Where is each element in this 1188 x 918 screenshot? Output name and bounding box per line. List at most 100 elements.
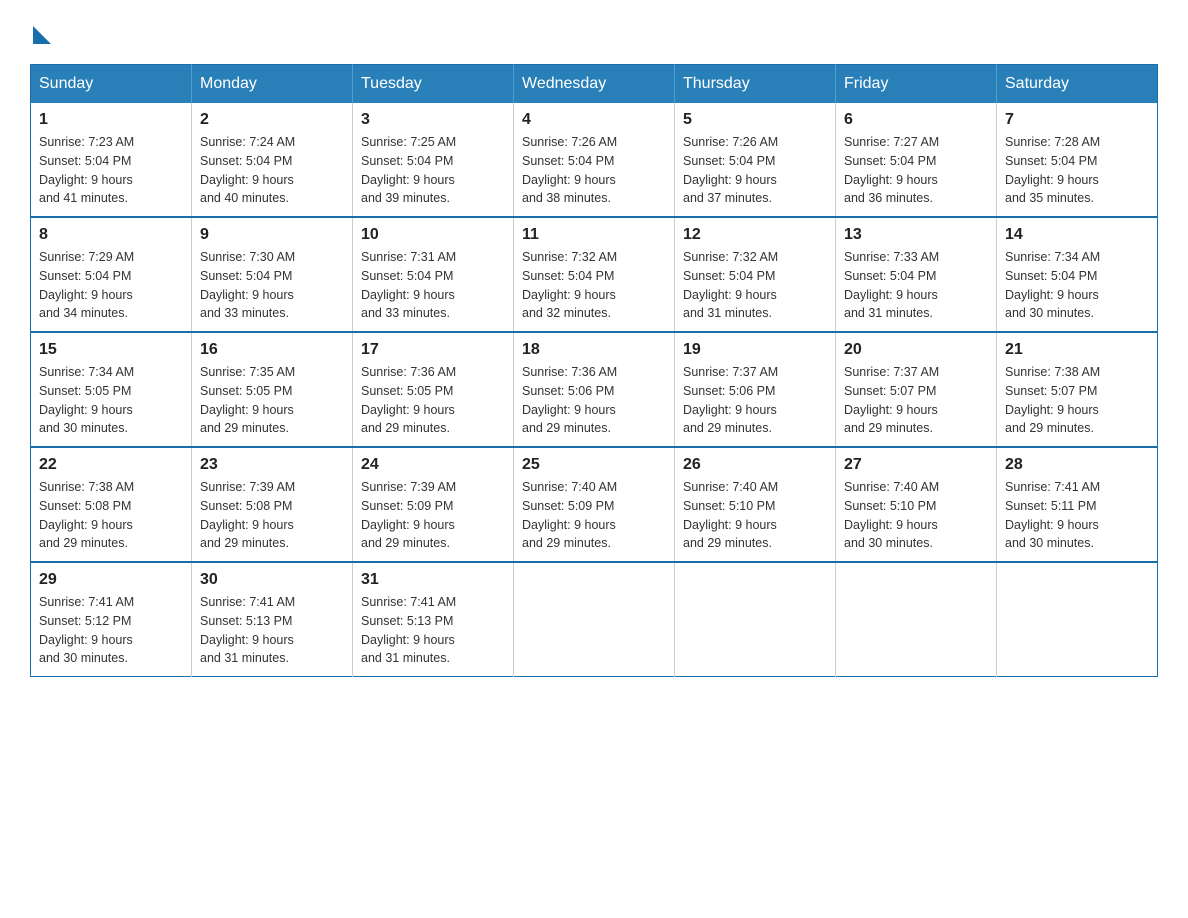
calendar-cell: 30 Sunrise: 7:41 AM Sunset: 5:13 PM Dayl… xyxy=(192,562,353,677)
day-number: 29 xyxy=(39,571,183,589)
day-number: 19 xyxy=(683,341,827,359)
day-info: Sunrise: 7:38 AM Sunset: 5:07 PM Dayligh… xyxy=(1005,363,1149,438)
calendar-cell: 24 Sunrise: 7:39 AM Sunset: 5:09 PM Dayl… xyxy=(353,447,514,562)
day-info: Sunrise: 7:26 AM Sunset: 5:04 PM Dayligh… xyxy=(522,133,666,208)
day-info: Sunrise: 7:30 AM Sunset: 5:04 PM Dayligh… xyxy=(200,248,344,323)
day-number: 2 xyxy=(200,111,344,129)
day-info: Sunrise: 7:25 AM Sunset: 5:04 PM Dayligh… xyxy=(361,133,505,208)
calendar-cell: 13 Sunrise: 7:33 AM Sunset: 5:04 PM Dayl… xyxy=(836,217,997,332)
day-number: 10 xyxy=(361,226,505,244)
calendar-cell: 21 Sunrise: 7:38 AM Sunset: 5:07 PM Dayl… xyxy=(997,332,1158,447)
calendar-cell: 2 Sunrise: 7:24 AM Sunset: 5:04 PM Dayli… xyxy=(192,103,353,217)
calendar-cell: 17 Sunrise: 7:36 AM Sunset: 5:05 PM Dayl… xyxy=(353,332,514,447)
day-info: Sunrise: 7:35 AM Sunset: 5:05 PM Dayligh… xyxy=(200,363,344,438)
day-number: 31 xyxy=(361,571,505,589)
calendar-cell: 29 Sunrise: 7:41 AM Sunset: 5:12 PM Dayl… xyxy=(31,562,192,677)
day-number: 8 xyxy=(39,226,183,244)
calendar-cell: 8 Sunrise: 7:29 AM Sunset: 5:04 PM Dayli… xyxy=(31,217,192,332)
day-info: Sunrise: 7:41 AM Sunset: 5:11 PM Dayligh… xyxy=(1005,478,1149,553)
column-header-thursday: Thursday xyxy=(675,65,836,104)
calendar-cell: 7 Sunrise: 7:28 AM Sunset: 5:04 PM Dayli… xyxy=(997,103,1158,217)
day-info: Sunrise: 7:38 AM Sunset: 5:08 PM Dayligh… xyxy=(39,478,183,553)
day-info: Sunrise: 7:23 AM Sunset: 5:04 PM Dayligh… xyxy=(39,133,183,208)
calendar-cell: 31 Sunrise: 7:41 AM Sunset: 5:13 PM Dayl… xyxy=(353,562,514,677)
day-info: Sunrise: 7:32 AM Sunset: 5:04 PM Dayligh… xyxy=(522,248,666,323)
day-number: 1 xyxy=(39,111,183,129)
calendar-cell: 26 Sunrise: 7:40 AM Sunset: 5:10 PM Dayl… xyxy=(675,447,836,562)
day-number: 23 xyxy=(200,456,344,474)
calendar-cell: 6 Sunrise: 7:27 AM Sunset: 5:04 PM Dayli… xyxy=(836,103,997,217)
day-number: 6 xyxy=(844,111,988,129)
day-number: 17 xyxy=(361,341,505,359)
day-info: Sunrise: 7:37 AM Sunset: 5:06 PM Dayligh… xyxy=(683,363,827,438)
week-row-1: 1 Sunrise: 7:23 AM Sunset: 5:04 PM Dayli… xyxy=(31,103,1158,217)
day-number: 28 xyxy=(1005,456,1149,474)
calendar-cell xyxy=(675,562,836,677)
day-info: Sunrise: 7:34 AM Sunset: 5:05 PM Dayligh… xyxy=(39,363,183,438)
day-number: 25 xyxy=(522,456,666,474)
calendar-cell: 11 Sunrise: 7:32 AM Sunset: 5:04 PM Dayl… xyxy=(514,217,675,332)
day-number: 15 xyxy=(39,341,183,359)
day-number: 14 xyxy=(1005,226,1149,244)
day-number: 26 xyxy=(683,456,827,474)
day-info: Sunrise: 7:31 AM Sunset: 5:04 PM Dayligh… xyxy=(361,248,505,323)
day-number: 21 xyxy=(1005,341,1149,359)
logo-arrow-icon xyxy=(33,26,51,44)
day-info: Sunrise: 7:40 AM Sunset: 5:10 PM Dayligh… xyxy=(844,478,988,553)
week-row-4: 22 Sunrise: 7:38 AM Sunset: 5:08 PM Dayl… xyxy=(31,447,1158,562)
calendar-cell: 16 Sunrise: 7:35 AM Sunset: 5:05 PM Dayl… xyxy=(192,332,353,447)
day-number: 3 xyxy=(361,111,505,129)
week-row-3: 15 Sunrise: 7:34 AM Sunset: 5:05 PM Dayl… xyxy=(31,332,1158,447)
week-row-2: 8 Sunrise: 7:29 AM Sunset: 5:04 PM Dayli… xyxy=(31,217,1158,332)
day-info: Sunrise: 7:28 AM Sunset: 5:04 PM Dayligh… xyxy=(1005,133,1149,208)
day-info: Sunrise: 7:41 AM Sunset: 5:12 PM Dayligh… xyxy=(39,593,183,668)
calendar-cell: 28 Sunrise: 7:41 AM Sunset: 5:11 PM Dayl… xyxy=(997,447,1158,562)
column-header-wednesday: Wednesday xyxy=(514,65,675,104)
day-number: 12 xyxy=(683,226,827,244)
day-number: 7 xyxy=(1005,111,1149,129)
calendar-cell: 4 Sunrise: 7:26 AM Sunset: 5:04 PM Dayli… xyxy=(514,103,675,217)
day-number: 9 xyxy=(200,226,344,244)
day-info: Sunrise: 7:33 AM Sunset: 5:04 PM Dayligh… xyxy=(844,248,988,323)
calendar-cell: 27 Sunrise: 7:40 AM Sunset: 5:10 PM Dayl… xyxy=(836,447,997,562)
calendar-cell: 5 Sunrise: 7:26 AM Sunset: 5:04 PM Dayli… xyxy=(675,103,836,217)
calendar-cell: 12 Sunrise: 7:32 AM Sunset: 5:04 PM Dayl… xyxy=(675,217,836,332)
day-info: Sunrise: 7:24 AM Sunset: 5:04 PM Dayligh… xyxy=(200,133,344,208)
day-number: 18 xyxy=(522,341,666,359)
column-header-tuesday: Tuesday xyxy=(353,65,514,104)
day-info: Sunrise: 7:36 AM Sunset: 5:06 PM Dayligh… xyxy=(522,363,666,438)
calendar-cell: 15 Sunrise: 7:34 AM Sunset: 5:05 PM Dayl… xyxy=(31,332,192,447)
calendar-cell: 1 Sunrise: 7:23 AM Sunset: 5:04 PM Dayli… xyxy=(31,103,192,217)
calendar-table: SundayMondayTuesdayWednesdayThursdayFrid… xyxy=(30,64,1158,677)
day-info: Sunrise: 7:29 AM Sunset: 5:04 PM Dayligh… xyxy=(39,248,183,323)
column-header-sunday: Sunday xyxy=(31,65,192,104)
calendar-cell xyxy=(514,562,675,677)
day-info: Sunrise: 7:37 AM Sunset: 5:07 PM Dayligh… xyxy=(844,363,988,438)
day-info: Sunrise: 7:40 AM Sunset: 5:10 PM Dayligh… xyxy=(683,478,827,553)
day-number: 4 xyxy=(522,111,666,129)
day-number: 22 xyxy=(39,456,183,474)
calendar-cell xyxy=(997,562,1158,677)
column-header-friday: Friday xyxy=(836,65,997,104)
week-row-5: 29 Sunrise: 7:41 AM Sunset: 5:12 PM Dayl… xyxy=(31,562,1158,677)
day-info: Sunrise: 7:41 AM Sunset: 5:13 PM Dayligh… xyxy=(361,593,505,668)
calendar-cell: 20 Sunrise: 7:37 AM Sunset: 5:07 PM Dayl… xyxy=(836,332,997,447)
day-number: 13 xyxy=(844,226,988,244)
calendar-cell: 22 Sunrise: 7:38 AM Sunset: 5:08 PM Dayl… xyxy=(31,447,192,562)
day-info: Sunrise: 7:27 AM Sunset: 5:04 PM Dayligh… xyxy=(844,133,988,208)
logo xyxy=(30,20,51,44)
column-header-saturday: Saturday xyxy=(997,65,1158,104)
day-info: Sunrise: 7:26 AM Sunset: 5:04 PM Dayligh… xyxy=(683,133,827,208)
calendar-cell: 25 Sunrise: 7:40 AM Sunset: 5:09 PM Dayl… xyxy=(514,447,675,562)
calendar-cell: 18 Sunrise: 7:36 AM Sunset: 5:06 PM Dayl… xyxy=(514,332,675,447)
page-header xyxy=(30,20,1158,44)
day-number: 5 xyxy=(683,111,827,129)
day-info: Sunrise: 7:32 AM Sunset: 5:04 PM Dayligh… xyxy=(683,248,827,323)
day-info: Sunrise: 7:41 AM Sunset: 5:13 PM Dayligh… xyxy=(200,593,344,668)
day-number: 11 xyxy=(522,226,666,244)
day-number: 16 xyxy=(200,341,344,359)
day-info: Sunrise: 7:40 AM Sunset: 5:09 PM Dayligh… xyxy=(522,478,666,553)
day-info: Sunrise: 7:34 AM Sunset: 5:04 PM Dayligh… xyxy=(1005,248,1149,323)
calendar-cell: 10 Sunrise: 7:31 AM Sunset: 5:04 PM Dayl… xyxy=(353,217,514,332)
day-number: 20 xyxy=(844,341,988,359)
